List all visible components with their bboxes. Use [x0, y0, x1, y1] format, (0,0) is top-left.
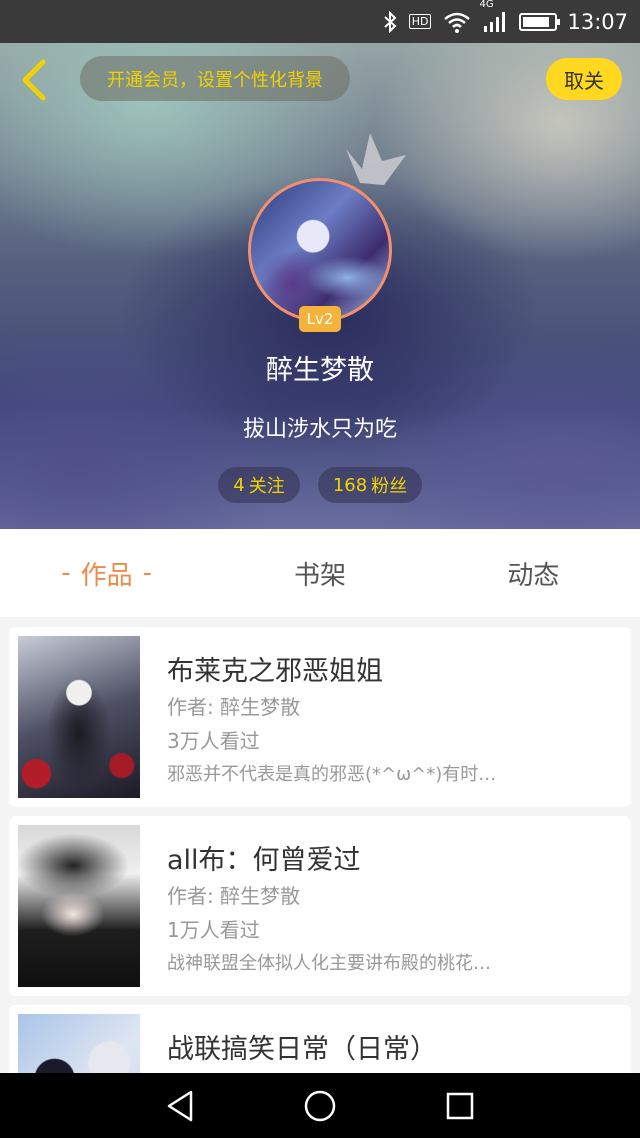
home-circle-icon [304, 1090, 336, 1121]
vip-banner-button[interactable]: 开通会员，设置个性化背景 [80, 56, 350, 101]
tab-works[interactable]: 作品 [0, 529, 213, 617]
clock: 13:07 [567, 9, 628, 34]
nav-home-button[interactable] [298, 1084, 342, 1128]
back-button[interactable] [14, 55, 54, 105]
signal-icon: 4G [479, 0, 506, 33]
list-item[interactable]: 布莱克之邪恶姐姐 作者: 醉生梦散 3万人看过 邪恶并不代表是真的邪恶(*^ω^… [9, 627, 631, 807]
work-author: 作者: 醉生梦散 [167, 884, 301, 908]
status-bar: HD 4G 13:07 [0, 0, 640, 43]
list-item[interactable]: all布：何曾爱过 作者: 醉生梦散 1万人看过 战神联盟全体拟人化主要讲布殿的… [9, 816, 631, 996]
user-signature: 拔山涉水只为吃 [242, 417, 397, 442]
unfollow-button[interactable]: 取关 [546, 58, 622, 100]
nav-back-button[interactable] [158, 1084, 202, 1128]
work-description: 邪恶并不代表是真的邪恶(*^ω^*)有时… [167, 764, 497, 785]
work-title: all布：何曾爱过 [167, 845, 361, 876]
profile-header: 开通会员，设置个性化背景 取关 Lv2 醉生梦散 拔山涉水只为吃 4 关注 16… [0, 43, 640, 529]
work-author: 作者: 醉生梦散 [167, 695, 301, 719]
fans-label: 粉丝 [371, 476, 408, 497]
username: 醉生梦散 [266, 355, 374, 386]
battery-icon [519, 12, 561, 31]
nav-recents-button[interactable] [438, 1084, 482, 1128]
fans-count-button[interactable]: 168 粉丝 [318, 467, 422, 503]
hd-indicator: HD [408, 14, 432, 29]
level-badge: Lv2 [299, 306, 341, 332]
work-description: 战神联盟全体拟人化主要讲布殿的桃花… [167, 953, 491, 974]
profile-tabs: 作品 书架 动态 [0, 529, 640, 617]
work-views: 1万人看过 [167, 918, 260, 942]
work-title: 布莱克之邪恶姐姐 [167, 656, 383, 687]
fans-count: 168 [332, 474, 368, 496]
back-triangle-icon [167, 1090, 193, 1121]
book-cover-image [18, 636, 140, 798]
tab-bookshelf[interactable]: 书架 [213, 529, 426, 617]
tab-activity[interactable]: 动态 [427, 529, 640, 617]
recents-square-icon [446, 1092, 474, 1119]
following-label: 关注 [248, 476, 285, 497]
system-nav-bar [0, 1073, 640, 1138]
bluetooth-icon [383, 10, 397, 33]
work-title: 战联搞笑日常（日常） [167, 1034, 437, 1065]
avatar[interactable] [248, 178, 392, 322]
following-count: 4 [233, 474, 245, 496]
wifi-icon [443, 11, 471, 33]
work-views: 3万人看过 [167, 729, 260, 753]
network-type-label: 4G [479, 0, 494, 10]
chevron-left-icon [22, 59, 46, 101]
book-cover-image [18, 825, 140, 987]
following-count-button[interactable]: 4 关注 [218, 467, 300, 503]
